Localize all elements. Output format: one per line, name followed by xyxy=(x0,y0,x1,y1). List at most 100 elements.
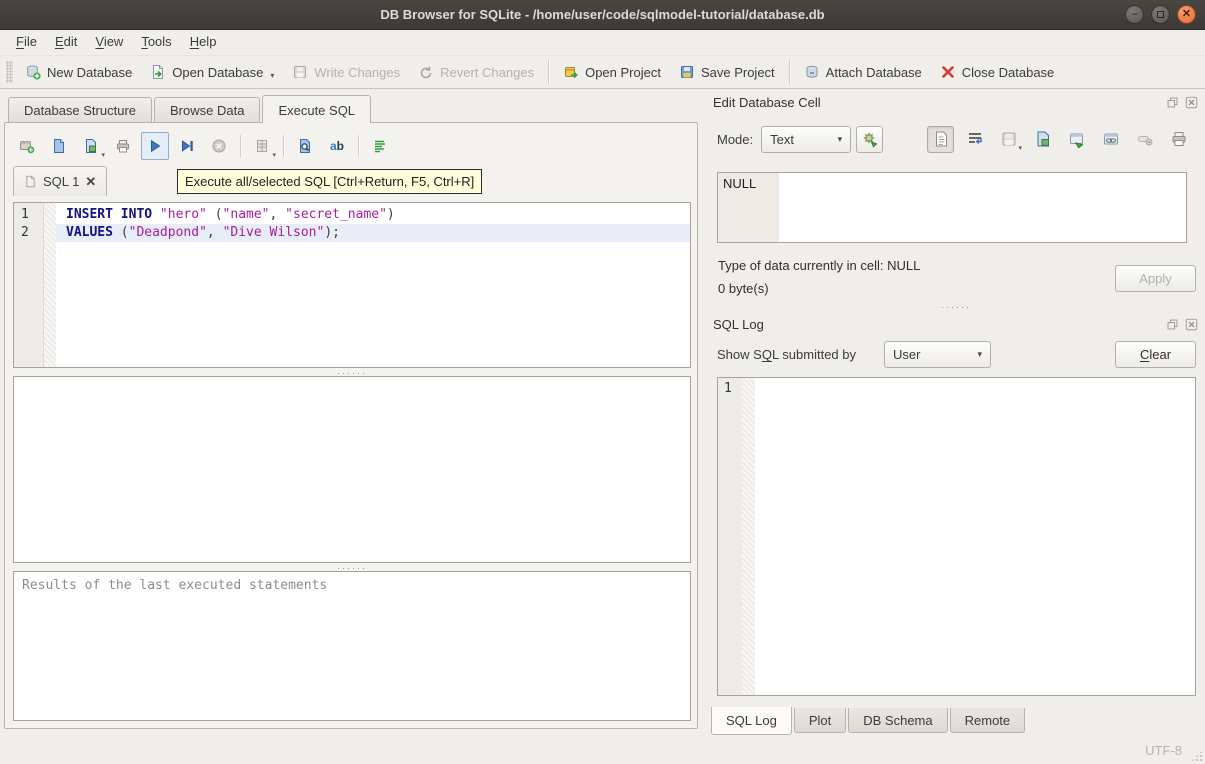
write-changes-button[interactable]: Write Changes xyxy=(283,59,409,85)
results-message-splitter[interactable]: ······ xyxy=(13,564,691,571)
copy-link-button[interactable] xyxy=(1097,126,1124,153)
tab-execute-sql[interactable]: Execute SQL xyxy=(262,95,371,123)
sql-log-view[interactable]: 1 xyxy=(717,377,1196,696)
format-sql-button[interactable] xyxy=(366,132,394,160)
text-mode-icon xyxy=(932,130,950,148)
chevron-down-icon: ▾ xyxy=(967,349,982,360)
code-area[interactable]: INSERT INTO "hero" ("name", "secret_name… xyxy=(56,203,690,367)
find-icon xyxy=(297,138,313,154)
sql-tab-label: SQL 1 xyxy=(43,174,79,189)
menu-tools[interactable]: Tools xyxy=(132,30,180,55)
format-sql-icon xyxy=(372,138,388,154)
word-wrap-button[interactable] xyxy=(961,126,988,153)
save-sql-dropdown[interactable]: ▾ xyxy=(101,151,105,159)
save-project-button[interactable]: Save Project xyxy=(670,59,784,85)
results-grid-pane[interactable] xyxy=(13,376,691,563)
close-dock-button[interactable] xyxy=(1184,95,1199,110)
clear-log-button[interactable]: Clear xyxy=(1115,341,1196,368)
text-mode-button[interactable] xyxy=(927,126,954,153)
execute-tooltip: Execute all/selected SQL [Ctrl+Return, F… xyxy=(177,169,482,194)
sql-tab-bar: SQL 1 ✕ xyxy=(13,166,107,196)
tab-db-schema[interactable]: DB Schema xyxy=(848,708,947,733)
code-line-2: VALUES ("Deadpond", "Dive Wilson"); xyxy=(56,224,690,242)
open-database-button[interactable]: Open Database ▾ xyxy=(141,59,283,85)
stop-execution-button[interactable] xyxy=(205,132,233,160)
close-icon: ✕ xyxy=(1182,9,1191,20)
print-icon xyxy=(115,138,131,154)
menu-view[interactable]: View xyxy=(86,30,132,55)
sql-log-filter-row: Show SQL submitted by User ▾ Clear xyxy=(707,340,1205,370)
menu-edit[interactable]: Edit xyxy=(46,30,86,55)
print-cell-button[interactable] xyxy=(1165,126,1192,153)
set-null-icon xyxy=(1136,130,1154,148)
tab-plot[interactable]: Plot xyxy=(794,708,846,733)
sql-1-tab[interactable]: SQL 1 ✕ xyxy=(13,166,107,196)
open-sql-file-button[interactable] xyxy=(45,132,73,160)
float-dock-button[interactable] xyxy=(1165,95,1180,110)
maximize-button[interactable] xyxy=(1151,5,1170,24)
import-cell-button[interactable]: ▾ xyxy=(995,126,1022,153)
float-dock-icon xyxy=(1166,96,1179,109)
autocomplete-button[interactable]: ab xyxy=(323,132,351,160)
editor-results-splitter[interactable]: ······ xyxy=(13,369,691,376)
sql-editor[interactable]: 1 2 INSERT INTO "hero" ("name", "secret_… xyxy=(13,202,691,368)
mode-select[interactable]: Text ▾ xyxy=(761,126,851,153)
revert-changes-button[interactable]: Revert Changes xyxy=(409,59,543,85)
close-sql-tab-icon[interactable]: ✕ xyxy=(85,174,96,190)
menu-help[interactable]: Help xyxy=(181,30,226,55)
tab-browse-data[interactable]: Browse Data xyxy=(154,97,260,122)
execute-current-line-button[interactable] xyxy=(173,132,201,160)
minimize-button[interactable]: – xyxy=(1125,5,1144,24)
new-database-button[interactable]: New Database xyxy=(16,59,141,85)
open-external-button[interactable] xyxy=(1063,126,1090,153)
new-sql-tab-button[interactable] xyxy=(13,132,41,160)
log-source-select[interactable]: User ▾ xyxy=(884,341,991,368)
open-project-button[interactable]: Open Project xyxy=(554,59,670,85)
export-cell-icon xyxy=(1034,130,1052,148)
close-database-button[interactable]: Close Database xyxy=(931,59,1064,85)
mode-value: Text xyxy=(770,132,794,147)
print-sql-button[interactable] xyxy=(109,132,137,160)
stop-icon xyxy=(211,138,227,154)
set-null-button[interactable] xyxy=(1131,126,1158,153)
edit-cell-header: Edit Database Cell xyxy=(707,92,1205,112)
menu-file[interactable]: File xyxy=(7,30,46,55)
float-dock-button[interactable] xyxy=(1165,317,1180,332)
mode-label: Mode: xyxy=(717,132,753,147)
right-dock: Edit Database Cell Mode: Text ▾ ▾ xyxy=(707,89,1205,736)
results-message-pane[interactable]: Results of the last executed statements xyxy=(13,571,691,721)
attach-database-button[interactable]: Attach Database xyxy=(795,59,931,85)
close-dock-button[interactable] xyxy=(1184,317,1199,332)
print-cell-icon xyxy=(1170,130,1188,148)
export-cell-button[interactable] xyxy=(1029,126,1056,153)
tab-remote[interactable]: Remote xyxy=(950,708,1026,733)
tab-database-structure[interactable]: Database Structure xyxy=(8,97,152,122)
word-wrap-icon xyxy=(966,130,984,148)
status-bar: UTF-8 xyxy=(0,736,1205,764)
find-button[interactable] xyxy=(291,132,319,160)
execute-sql-button[interactable] xyxy=(141,132,169,160)
tab-sql-log[interactable]: SQL Log xyxy=(711,707,792,735)
open-database-dropdown[interactable]: ▾ xyxy=(270,71,274,80)
execute-line-icon xyxy=(179,138,195,154)
attach-database-icon xyxy=(804,64,820,80)
toolbar-grip[interactable] xyxy=(6,61,13,83)
log-line-gutter: 1 xyxy=(718,378,742,695)
cell-mode-row: Mode: Text ▾ ▾ xyxy=(707,124,1205,154)
cell-editor[interactable]: NULL xyxy=(717,172,1187,243)
close-button[interactable]: ✕ xyxy=(1177,5,1196,24)
resize-grip[interactable] xyxy=(1191,750,1203,762)
auto-mode-button[interactable] xyxy=(856,126,883,153)
toolbar-separator xyxy=(789,60,790,84)
main-toolbar: New Database Open Database ▾ Write Chang… xyxy=(0,55,1205,89)
apply-button[interactable]: Apply xyxy=(1115,265,1196,292)
title-bar[interactable]: DB Browser for SQLite - /home/user/code/… xyxy=(0,0,1205,30)
save-sql-file-button[interactable]: ▾ xyxy=(77,132,105,160)
save-results-dropdown[interactable]: ▾ xyxy=(272,151,276,159)
import-cell-dropdown[interactable]: ▾ xyxy=(1018,144,1022,152)
execute-sql-icon xyxy=(147,138,163,154)
save-results-button[interactable]: ▾ xyxy=(248,132,276,160)
sql-toolbar-separator xyxy=(283,135,284,157)
dock-splitter[interactable]: ······ xyxy=(707,302,1205,312)
execute-sql-page: ▾ ▾ ab xyxy=(4,122,698,729)
